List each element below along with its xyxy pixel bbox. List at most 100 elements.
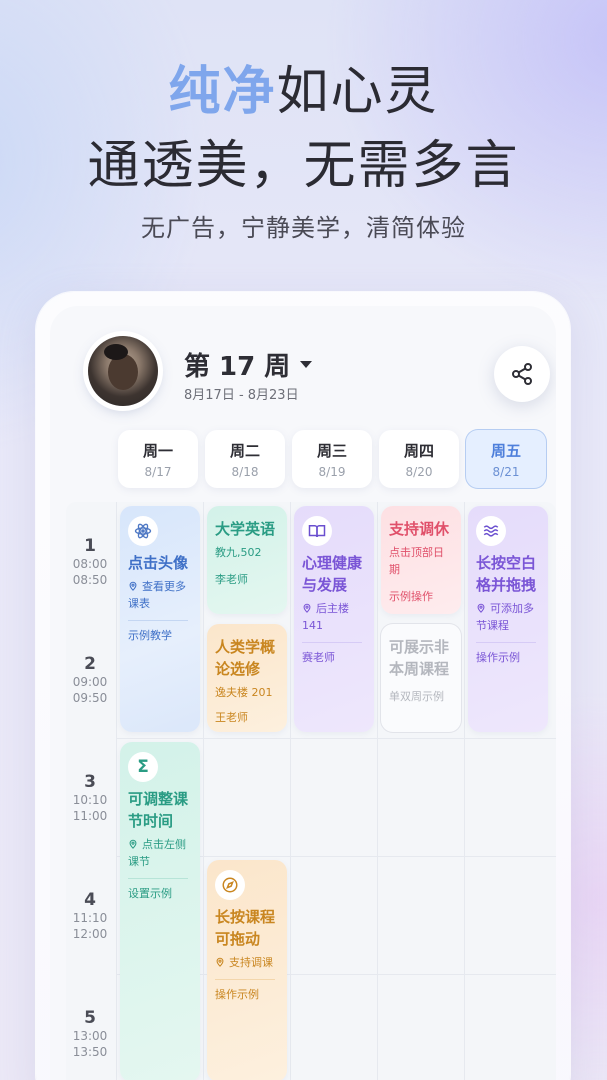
hero-accent: 纯净	[168, 62, 277, 122]
period-number: 4	[84, 890, 96, 910]
period-1[interactable]: 1 08:00 08:50	[66, 536, 114, 588]
course-title: 大学英语	[215, 520, 276, 538]
period-start: 13:00	[72, 1029, 108, 1043]
compass-icon	[215, 870, 245, 900]
grid-divider	[290, 502, 291, 1080]
course-location: 逸夫楼 201	[215, 686, 273, 699]
app-card: 第 17 周 8月17日 - 8月23日 周一 8/17 周二 8/18 周三 …	[36, 292, 570, 1080]
day-header-tue[interactable]: 周二 8/18	[205, 430, 285, 488]
caret-down-icon	[300, 361, 313, 368]
grid-divider	[116, 502, 117, 1080]
day-date: 8/20	[405, 465, 433, 479]
course-location: 查看更多课表	[128, 578, 192, 612]
course-teacher: 操作示例	[476, 651, 520, 664]
day-date: 8/19	[318, 465, 346, 479]
course-card-tue-2[interactable]: 人类学概论选修 逸夫楼 201 王老师	[207, 624, 287, 732]
location-pin-icon	[129, 839, 137, 849]
grid-divider	[116, 738, 556, 739]
avatar[interactable]	[88, 336, 158, 406]
course-location: 教九,502	[215, 546, 262, 559]
divider	[476, 642, 536, 643]
day-name: 周五	[490, 442, 521, 460]
day-name: 周三	[316, 442, 347, 460]
grid-divider	[203, 502, 204, 1080]
divider	[128, 620, 188, 621]
hero-subtitle: 无广告，宁静美学，清简体验	[141, 214, 466, 242]
divider	[215, 979, 275, 980]
day-header-thu[interactable]: 周四 8/20	[379, 430, 459, 488]
day-header-mon[interactable]: 周一 8/17	[118, 430, 198, 488]
course-title: 点击头像	[128, 554, 189, 572]
location-pin-icon	[216, 957, 224, 967]
hero-line1-rest: 如心灵	[276, 62, 439, 122]
course-teacher: 示例教学	[128, 629, 172, 642]
book-icon	[302, 516, 332, 546]
course-title: 长按课程可拖动	[215, 908, 276, 948]
course-teacher: 示例操作	[389, 590, 433, 603]
course-title: 可调整课节时间	[128, 790, 189, 830]
week-selector[interactable]: 第 17 周	[184, 346, 313, 383]
day-header-fri[interactable]: 周五 8/21	[466, 430, 546, 488]
period-start: 11:10	[72, 911, 108, 925]
course-card-thu-2[interactable]: 可展示非本周课程 单双周示例	[381, 624, 461, 732]
period-number: 5	[84, 1008, 96, 1028]
course-location-text: 支持调课	[229, 956, 273, 969]
course-title: 支持调休	[389, 520, 450, 538]
period-start: 09:00	[72, 675, 108, 689]
share-button[interactable]	[494, 346, 550, 402]
atom-icon	[128, 516, 158, 546]
period-end: 09:50	[72, 691, 108, 705]
day-date: 8/17	[144, 465, 172, 479]
timetable-screen: 第 17 周 8月17日 - 8月23日 周一 8/17 周二 8/18 周三 …	[50, 306, 556, 1080]
period-number: 2	[84, 654, 96, 674]
course-card-mon-1[interactable]: 点击头像 查看更多课表 示例教学	[120, 506, 200, 732]
course-teacher: 王老师	[215, 711, 248, 724]
course-title: 心理健康与发展	[302, 554, 363, 594]
course-card-fri-1[interactable]: 长按空白格并拖拽 可添加多节课程 操作示例	[468, 506, 548, 732]
course-location: 点击顶部日期	[389, 546, 444, 576]
course-location: 支持调课	[215, 954, 279, 971]
course-card-thu-1[interactable]: 支持调休 点击顶部日期 示例操作	[381, 506, 461, 614]
share-icon	[512, 363, 532, 385]
avatar-hair	[104, 344, 128, 360]
period-3[interactable]: 3 10:10 11:00	[66, 772, 114, 824]
course-card-tue-1[interactable]: 大学英语 教九,502 李老师	[207, 506, 287, 614]
course-location: 可添加多节课程	[476, 600, 540, 634]
period-4[interactable]: 4 11:10 12:00	[66, 890, 114, 942]
divider	[302, 642, 362, 643]
day-name: 周二	[229, 442, 260, 460]
grid-divider	[464, 502, 465, 1080]
hero-title-line1: 纯净如心灵	[0, 56, 607, 128]
course-card-tue-4[interactable]: 长按课程可拖动 支持调课 操作示例	[207, 860, 287, 1080]
period-end: 12:00	[72, 927, 108, 941]
course-teacher: 李老师	[215, 573, 248, 586]
course-card-wed-1[interactable]: 心理健康与发展 后主楼 141 赛老师	[294, 506, 374, 732]
day-date: 8/21	[492, 465, 520, 479]
period-end: 11:00	[72, 809, 108, 823]
waves-icon	[476, 516, 506, 546]
day-name: 周四	[403, 442, 434, 460]
day-header-wed[interactable]: 周三 8/19	[292, 430, 372, 488]
period-2[interactable]: 2 09:00 09:50	[66, 654, 114, 706]
period-start: 10:10	[72, 793, 108, 807]
day-date: 8/18	[231, 465, 259, 479]
period-number: 1	[84, 536, 96, 556]
course-teacher: 设置示例	[128, 887, 172, 900]
sigma-icon: Σ	[128, 752, 158, 782]
grid-divider	[377, 502, 378, 1080]
period-end: 13:50	[72, 1045, 108, 1059]
course-card-mon-3[interactable]: Σ 可调整课节时间 点击左侧课节 设置示例	[120, 742, 200, 1080]
period-end: 08:50	[72, 573, 108, 587]
location-pin-icon	[129, 581, 137, 591]
course-title: 可展示非本周课程	[389, 638, 450, 678]
course-location: 点击左侧课节	[128, 836, 192, 870]
course-title: 人类学概论选修	[215, 638, 276, 678]
period-number: 3	[84, 772, 96, 792]
period-start: 08:00	[72, 557, 108, 571]
period-5[interactable]: 5 13:00 13:50	[66, 1008, 114, 1060]
divider	[128, 878, 188, 879]
location-pin-icon	[303, 603, 311, 613]
location-pin-icon	[477, 603, 485, 613]
course-teacher: 赛老师	[302, 651, 335, 664]
course-teacher: 操作示例	[215, 988, 259, 1001]
